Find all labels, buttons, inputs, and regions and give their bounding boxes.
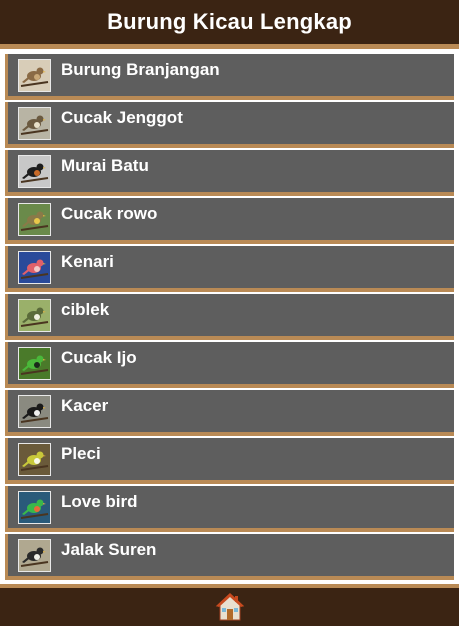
footer-bar [0, 588, 459, 626]
bird-thumbnail [18, 107, 51, 140]
app-header: Burung Kicau Lengkap [0, 0, 459, 44]
bird-name-label: Cucak Jenggot [61, 108, 183, 127]
bird-thumbnail [18, 299, 51, 332]
home-icon[interactable] [215, 592, 245, 622]
bird-name-label: Kacer [61, 396, 109, 415]
list-item[interactable]: Cucak Jenggot [5, 102, 454, 148]
bird-name-label: Jalak Suren [61, 540, 157, 559]
list-item[interactable]: Cucak Ijo [5, 342, 454, 388]
bird-name-label: Love bird [61, 492, 138, 511]
list-item[interactable]: Kenari [5, 246, 454, 292]
bird-name-label: Burung Branjangan [61, 60, 220, 79]
kenari-bird-thumbnail [19, 252, 50, 283]
pleci-bird-thumbnail [19, 444, 50, 475]
bird-name-label: Murai Batu [61, 156, 149, 175]
ciblek-bird-thumbnail [19, 300, 50, 331]
cucak-rowo-bird-thumbnail [19, 204, 50, 235]
kacer-bird-thumbnail [19, 396, 50, 427]
bird-thumbnail [18, 491, 51, 524]
list-item[interactable]: Murai Batu [5, 150, 454, 196]
list-item[interactable]: Jalak Suren [5, 534, 454, 580]
app-title: Burung Kicau Lengkap [107, 9, 352, 34]
bird-thumbnail [18, 347, 51, 380]
list-item[interactable]: Kacer [5, 390, 454, 436]
list-item[interactable]: Cucak rowo [5, 198, 454, 244]
murai-batu-bird-thumbnail [19, 156, 50, 187]
jalak-suren-bird-thumbnail [19, 540, 50, 571]
list-item[interactable]: Pleci [5, 438, 454, 484]
bird-thumbnail [18, 203, 51, 236]
bird-thumbnail [18, 443, 51, 476]
bird-list[interactable]: Burung Branjangan Cucak Jenggot Murai Batu… [0, 49, 459, 586]
bird-name-label: Kenari [61, 252, 114, 271]
bird-name-label: Cucak Ijo [61, 348, 137, 367]
cucak-ijo-bird-thumbnail [19, 348, 50, 379]
bird-thumbnail [18, 539, 51, 572]
bird-thumbnail [18, 155, 51, 188]
list-item[interactable]: Burung Branjangan [5, 54, 454, 100]
list-item[interactable]: Love bird [5, 486, 454, 532]
love-bird-thumbnail [19, 492, 50, 523]
list-item[interactable]: ciblek [5, 294, 454, 340]
bird-name-label: Pleci [61, 444, 101, 463]
bird-name-label: Cucak rowo [61, 204, 158, 223]
bird-thumbnail [18, 251, 51, 284]
cucak-jenggot-bird-thumbnail [19, 108, 50, 139]
bird-name-label: ciblek [61, 300, 110, 319]
bird-thumbnail [18, 395, 51, 428]
branjangan-bird-thumbnail [19, 60, 50, 91]
bird-thumbnail [18, 59, 51, 92]
